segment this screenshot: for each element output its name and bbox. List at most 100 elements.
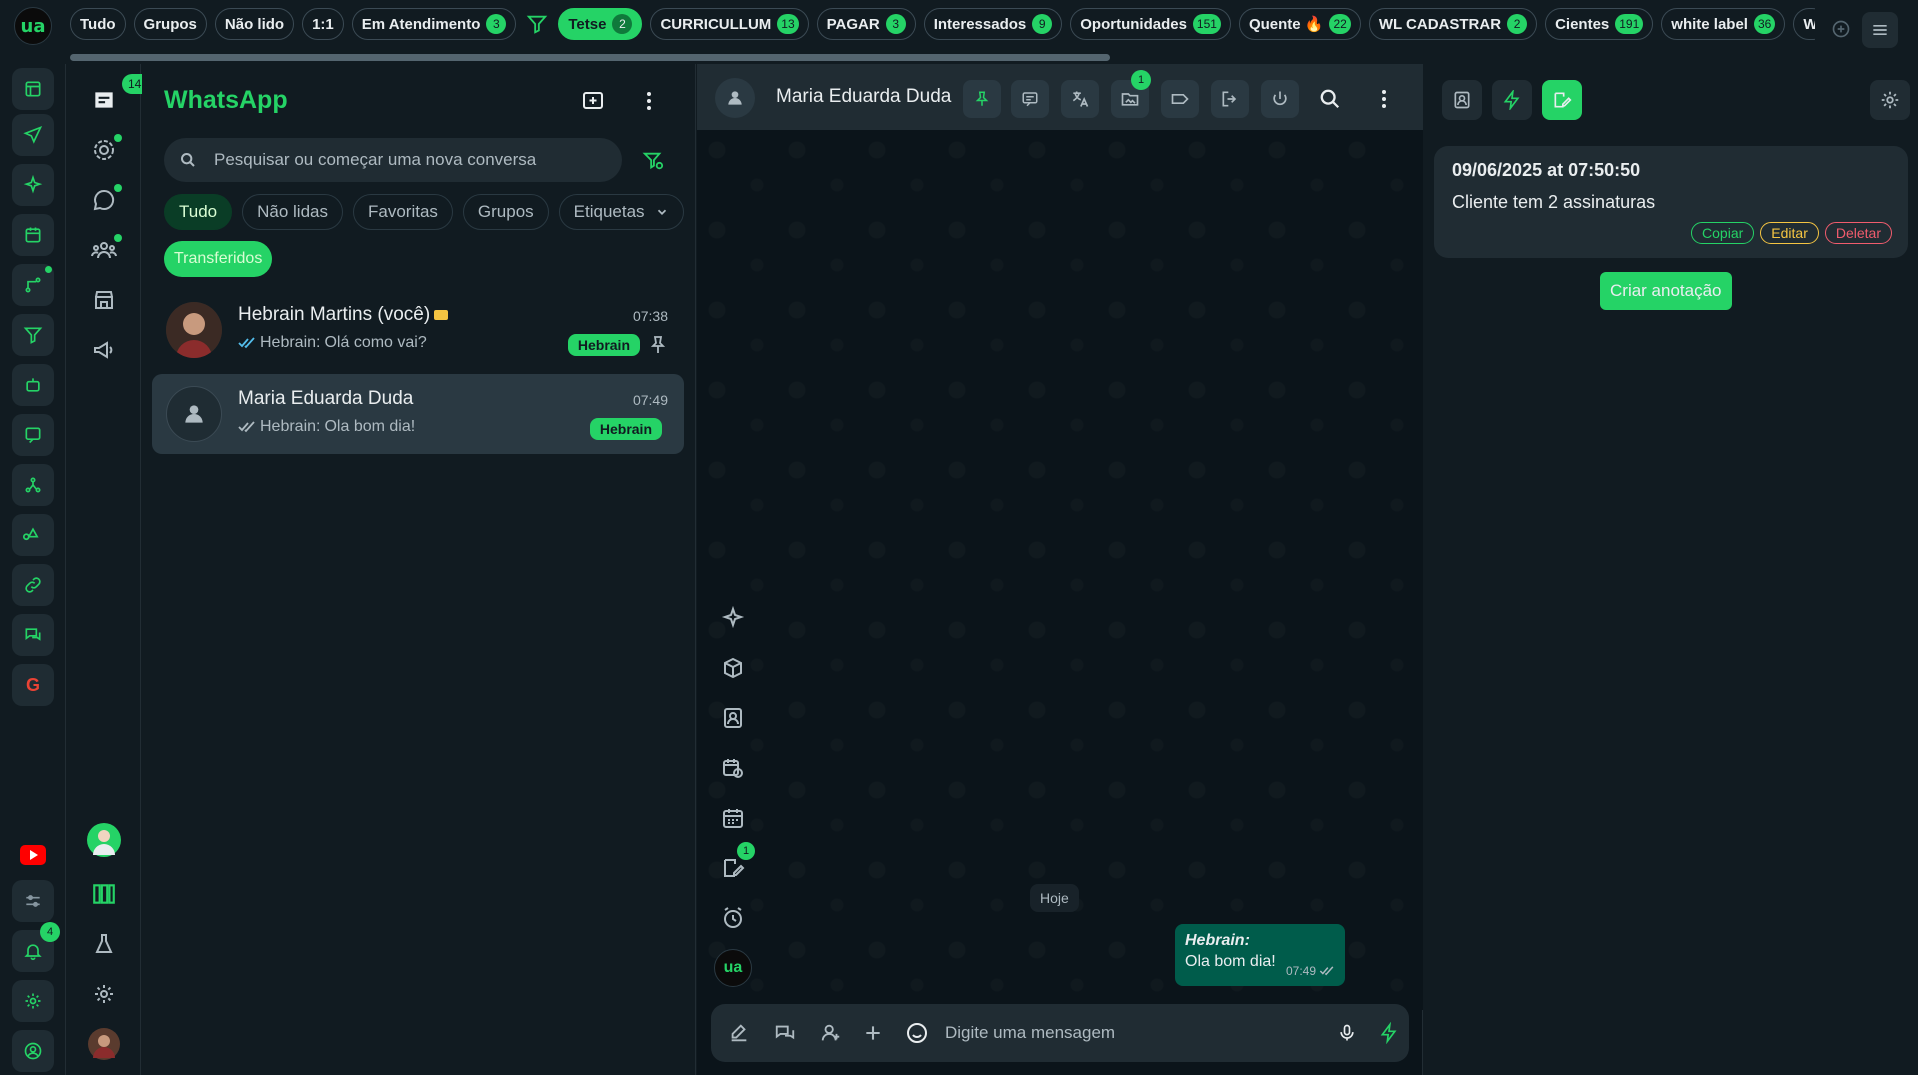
tab-quente[interactable]: Quente 🔥 22 bbox=[1238, 8, 1361, 40]
media-button[interactable]: 1 bbox=[1111, 70, 1151, 118]
nav-labs[interactable] bbox=[84, 924, 124, 964]
rail-youtube[interactable] bbox=[12, 834, 54, 876]
more-vertical-icon[interactable] bbox=[1365, 80, 1403, 118]
transfer-button[interactable] bbox=[1211, 80, 1249, 118]
tab-nao-lido[interactable]: Não lido bbox=[214, 8, 295, 40]
rail-notifications[interactable]: 4 bbox=[12, 922, 60, 972]
nav-channels[interactable] bbox=[84, 180, 124, 220]
tab-grupos[interactable]: Grupos bbox=[133, 8, 207, 40]
notes-tool[interactable]: 1 bbox=[711, 842, 755, 890]
chip-nao-lidas[interactable]: Não lidas bbox=[242, 194, 343, 230]
nav-communities[interactable] bbox=[84, 230, 124, 270]
more-vertical-icon[interactable] bbox=[632, 84, 666, 118]
tab-wl-cadastrar[interactable]: WL CADASTRAR 2 bbox=[1368, 8, 1538, 40]
chip-etiquetas[interactable]: Etiquetas bbox=[558, 194, 684, 230]
hamburger-menu-icon[interactable] bbox=[1862, 12, 1898, 48]
rail-network[interactable] bbox=[12, 464, 54, 506]
reminder-tool[interactable] bbox=[711, 896, 755, 940]
lightning-icon[interactable] bbox=[1373, 1017, 1405, 1049]
tab-cientes[interactable]: Cientes 191 bbox=[1545, 8, 1654, 40]
nav-broadcast[interactable] bbox=[84, 330, 124, 370]
copy-note-button[interactable]: Copiar bbox=[1691, 222, 1755, 244]
schedule-tool[interactable] bbox=[711, 746, 755, 790]
summary-button[interactable] bbox=[1011, 80, 1049, 118]
tab-pagar[interactable]: PAGAR 3 bbox=[816, 8, 916, 40]
brand-tool[interactable]: ua bbox=[711, 946, 755, 990]
rail-link[interactable] bbox=[12, 564, 54, 606]
chat-row-hebrain[interactable]: Hebrain Martins (você) 07:38 Hebrain: Ol… bbox=[152, 290, 684, 370]
rail-bot[interactable] bbox=[12, 364, 54, 406]
rail-profile[interactable] bbox=[12, 1030, 54, 1072]
plus-icon[interactable] bbox=[857, 1017, 889, 1049]
signature-edit-icon[interactable] bbox=[723, 1017, 755, 1049]
rail-settings[interactable] bbox=[12, 980, 54, 1022]
products-tool[interactable] bbox=[711, 646, 755, 690]
pin-icon[interactable] bbox=[648, 334, 668, 356]
search-input[interactable] bbox=[214, 150, 594, 170]
microphone-icon[interactable] bbox=[1331, 1017, 1363, 1049]
nav-columns[interactable] bbox=[84, 874, 124, 914]
tab-tetse[interactable]: Tetse 2 bbox=[558, 8, 643, 40]
calendar-tool[interactable] bbox=[711, 796, 755, 840]
contact-info-tab[interactable] bbox=[1442, 80, 1482, 120]
message-input[interactable] bbox=[945, 1018, 1325, 1048]
chip-grupos[interactable]: Grupos bbox=[462, 194, 549, 230]
chat-tag[interactable]: Hebrain bbox=[567, 334, 640, 356]
automations-tab[interactable] bbox=[1492, 80, 1532, 120]
tab-em-atendimento[interactable]: Em Atendimento 3 bbox=[351, 8, 517, 40]
rail-chat-box[interactable] bbox=[12, 414, 54, 456]
rail-send[interactable] bbox=[12, 114, 54, 156]
search-box[interactable] bbox=[164, 138, 622, 182]
chip-favoritas[interactable]: Favoritas bbox=[353, 194, 453, 230]
nav-store[interactable] bbox=[84, 280, 124, 320]
funnel-icon[interactable] bbox=[524, 8, 550, 40]
notes-settings-button[interactable] bbox=[1870, 80, 1910, 120]
close-chat-button[interactable] bbox=[1261, 80, 1299, 118]
rail-calendar[interactable] bbox=[12, 214, 54, 256]
nav-inbox[interactable]: 148 bbox=[84, 74, 154, 120]
chat-tag[interactable]: Hebrain bbox=[589, 418, 662, 440]
tabs-scrollbar[interactable] bbox=[70, 54, 1110, 61]
rail-filter[interactable] bbox=[12, 314, 54, 356]
filter-unread-icon[interactable] bbox=[636, 144, 670, 178]
tab-tudo[interactable]: Tudo bbox=[70, 8, 126, 40]
ai-assist-tool[interactable] bbox=[711, 596, 755, 640]
rail-flow[interactable] bbox=[12, 264, 54, 306]
rail-chats[interactable] bbox=[12, 614, 54, 656]
create-note-button[interactable]: Criar anotação bbox=[1600, 272, 1732, 310]
rail-ai[interactable] bbox=[12, 164, 54, 206]
tab-curricullum[interactable]: CURRICULLUM 13 bbox=[650, 8, 809, 40]
search-chat-button[interactable] bbox=[1311, 80, 1349, 118]
rail-sliders[interactable] bbox=[12, 880, 54, 922]
tab-w[interactable]: W bbox=[1793, 8, 1815, 40]
nav-status[interactable] bbox=[84, 130, 124, 170]
chat-row-maria[interactable]: Maria Eduarda Duda 07:49 Hebrain: Ola bo… bbox=[152, 374, 684, 454]
sticker-icon[interactable] bbox=[901, 1017, 933, 1049]
chip-tudo[interactable]: Tudo bbox=[164, 194, 233, 230]
tab-oportunidades[interactable]: Oportunidades 151 bbox=[1070, 8, 1231, 40]
delete-note-button[interactable]: Deletar bbox=[1824, 222, 1892, 244]
tab-white-label[interactable]: white label 36 bbox=[1661, 8, 1786, 40]
ai-avatar[interactable] bbox=[84, 820, 124, 860]
new-chat-icon[interactable] bbox=[576, 84, 610, 118]
contact-name[interactable]: Maria Eduarda Duda bbox=[776, 86, 951, 108]
tab-1-1[interactable]: 1:1 bbox=[302, 8, 344, 40]
contact-card-tool[interactable] bbox=[711, 696, 755, 740]
outgoing-message[interactable]: Hebrain: Ola bom dia! 07:49 bbox=[1175, 924, 1345, 986]
rail-kanban[interactable] bbox=[12, 68, 54, 110]
chip-transferidos[interactable]: Transferidos bbox=[164, 241, 273, 277]
edit-note-button[interactable]: Editar bbox=[1760, 222, 1819, 244]
rail-webhook[interactable] bbox=[12, 514, 54, 556]
user-avatar[interactable] bbox=[84, 1024, 124, 1064]
nav-settings[interactable] bbox=[84, 974, 124, 1014]
app-logo[interactable]: ua bbox=[14, 7, 52, 45]
tag-button[interactable] bbox=[1161, 80, 1199, 118]
translate-button[interactable] bbox=[1061, 80, 1099, 118]
quick-replies-icon[interactable] bbox=[769, 1017, 801, 1049]
contacts-share-icon[interactable] bbox=[815, 1017, 847, 1049]
contact-avatar[interactable] bbox=[715, 78, 755, 118]
pin-chat-button[interactable] bbox=[963, 80, 1001, 118]
rail-google[interactable]: G bbox=[12, 664, 54, 706]
notes-tab[interactable] bbox=[1542, 80, 1582, 120]
tab-interessados[interactable]: Interessados 9 bbox=[923, 8, 1063, 40]
